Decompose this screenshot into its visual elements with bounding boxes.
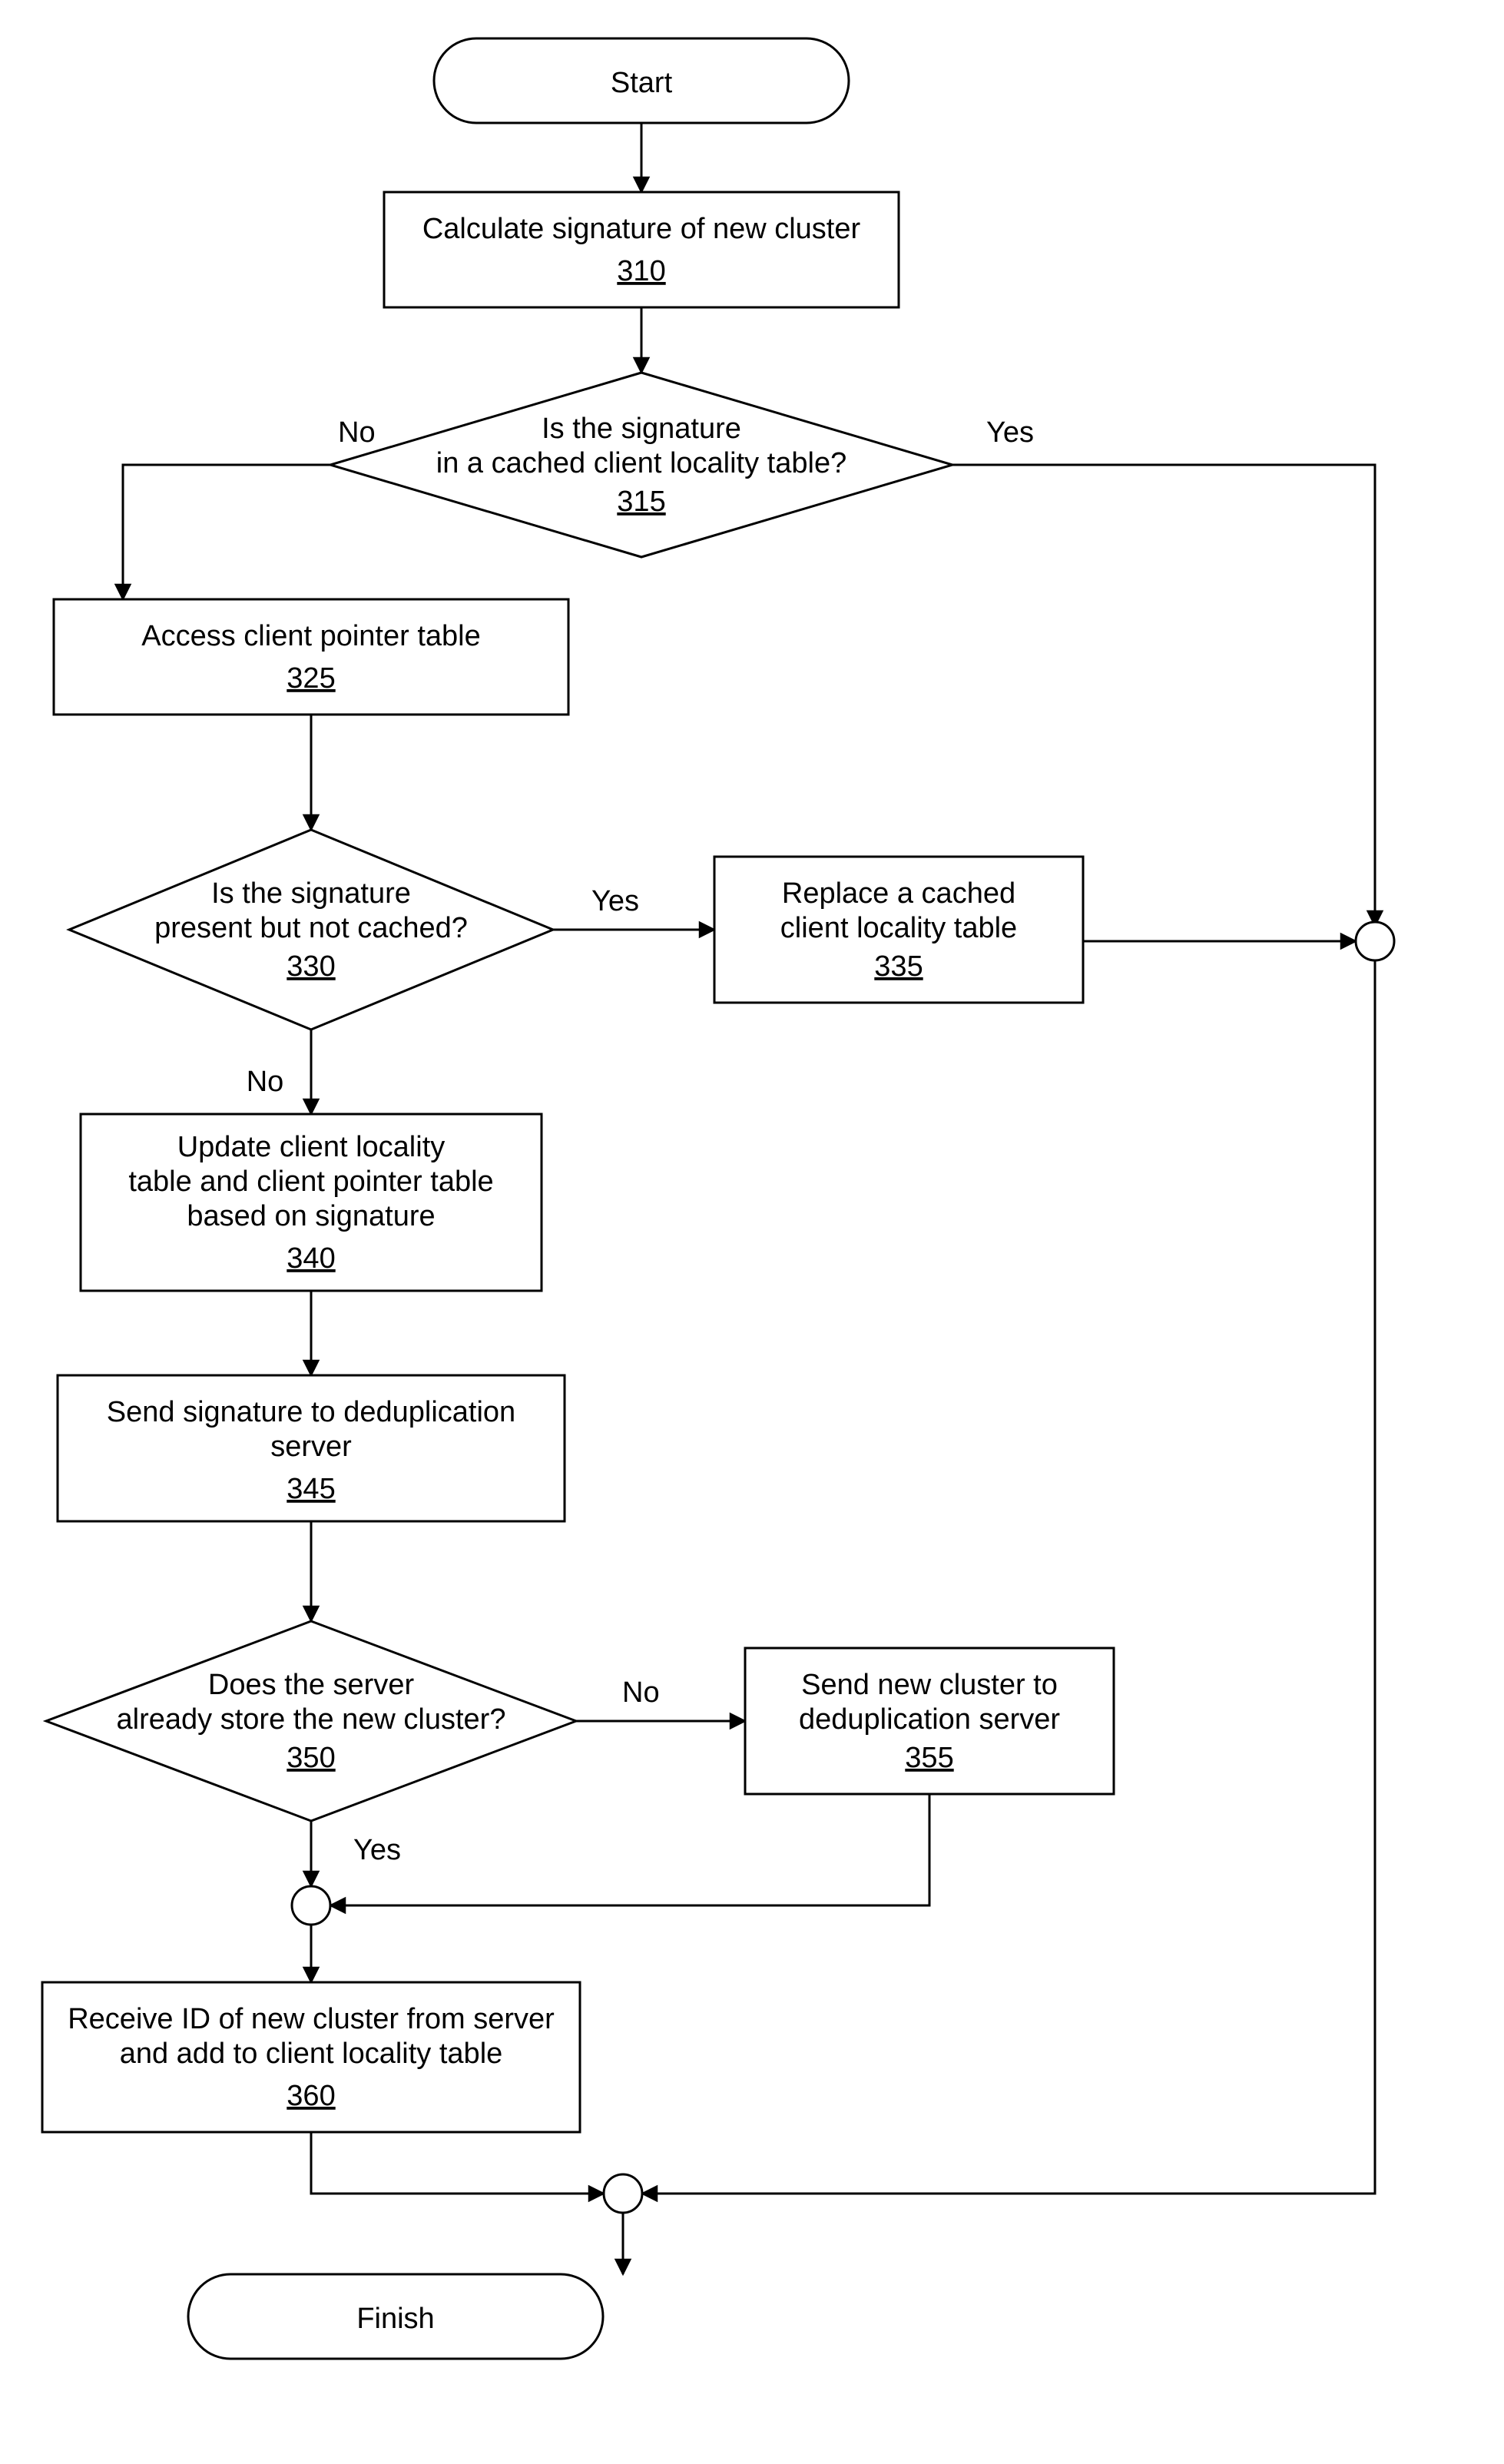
connector-j2	[1356, 922, 1394, 960]
n335-l1: Replace a cached	[782, 877, 1015, 910]
finish-terminator: Finish	[188, 2274, 603, 2359]
label-330-yes: Yes	[591, 885, 639, 917]
process-325: Access client pointer table 325	[54, 599, 568, 715]
n355-l2: deduplication server	[799, 1703, 1060, 1736]
decision-350: Does the server already store the new cl…	[46, 1621, 576, 1821]
n325-ref: 325	[287, 662, 335, 695]
n355-l1: Send new cluster to	[801, 1669, 1058, 1701]
n345-ref: 345	[287, 1473, 335, 1505]
label-315-yes: Yes	[986, 416, 1034, 449]
n345-l2: server	[270, 1431, 352, 1463]
decision-315: Is the signature in a cached client loca…	[330, 373, 952, 557]
edge-j2-down	[642, 960, 1375, 2194]
edge-315-no	[123, 465, 330, 599]
n360-l1: Receive ID of new cluster from server	[68, 2003, 555, 2035]
process-310: Calculate signature of new cluster 310	[384, 192, 899, 307]
n335-ref: 335	[874, 950, 923, 983]
label-330-no: No	[247, 1066, 284, 1098]
edge-355-j1	[330, 1794, 929, 1905]
n315-l1: Is the signature	[542, 413, 741, 445]
n330-l1: Is the signature	[211, 877, 411, 910]
label-315-no: No	[338, 416, 376, 449]
n340-ref: 340	[287, 1242, 335, 1275]
n330-ref: 330	[287, 950, 335, 983]
process-345: Send signature to deduplication server 3…	[58, 1375, 565, 1521]
n340-l2: table and client pointer table	[128, 1166, 493, 1198]
n340-l1: Update client locality	[177, 1131, 446, 1163]
label-350-no: No	[622, 1676, 660, 1709]
process-360: Receive ID of new cluster from server an…	[42, 1982, 580, 2132]
n330-l2: present but not cached?	[154, 912, 468, 944]
n350-l1: Does the server	[208, 1669, 415, 1701]
n335-l2: client locality table	[780, 912, 1017, 944]
n310-text: Calculate signature of new cluster	[422, 213, 861, 245]
n350-l2: already store the new cluster?	[117, 1703, 506, 1736]
connector-j3	[604, 2174, 642, 2213]
process-335: Replace a cached client locality table 3…	[714, 857, 1083, 1003]
start-label: Start	[611, 67, 673, 99]
finish-label: Finish	[356, 2303, 434, 2335]
label-350-yes: Yes	[353, 1834, 401, 1866]
decision-330: Is the signature present but not cached?…	[69, 830, 553, 1030]
n315-ref: 315	[617, 486, 665, 518]
n325-text: Access client pointer table	[141, 620, 480, 652]
n350-ref: 350	[287, 1742, 335, 1774]
process-355: Send new cluster to deduplication server…	[745, 1648, 1114, 1794]
process-340: Update client locality table and client …	[81, 1114, 542, 1291]
connector-j1	[292, 1886, 330, 1925]
n310-ref: 310	[617, 255, 665, 287]
n315-l2: in a cached client locality table?	[436, 447, 846, 479]
edge-360-j3	[311, 2132, 604, 2194]
start-terminator: Start	[434, 38, 849, 123]
n340-l3: based on signature	[187, 1200, 435, 1232]
n360-l2: and add to client locality table	[120, 2038, 503, 2070]
n355-ref: 355	[905, 1742, 953, 1774]
n345-l1: Send signature to deduplication	[107, 1396, 515, 1428]
n360-ref: 360	[287, 2080, 335, 2112]
